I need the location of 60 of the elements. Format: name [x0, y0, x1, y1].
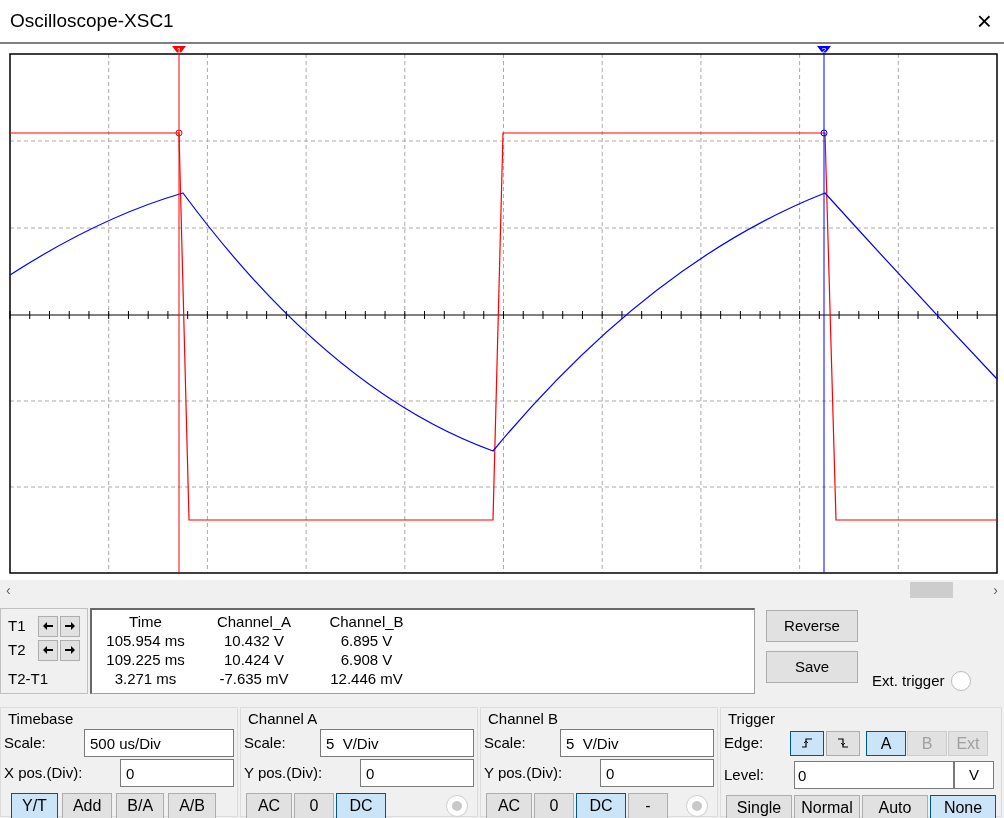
column-header: Time [128, 612, 163, 631]
mode-button[interactable]: None [930, 795, 996, 818]
coupling-button[interactable]: AC [246, 793, 292, 818]
input-field[interactable]: 0 [360, 759, 474, 787]
input-field[interactable]: 5 V/Div [320, 729, 474, 757]
group-title: Channel B [487, 710, 560, 728]
table-cell-text: 3.271 ms [113, 669, 178, 688]
table-cell-text: 12.446 mV [329, 669, 404, 688]
mode-button[interactable]: Auto [862, 795, 928, 818]
table-cell-text: 6.895 V [339, 631, 394, 650]
table-cell-text: 109.225 ms [105, 650, 186, 669]
field-label: Y pos.(Div): [244, 762, 323, 783]
input-field[interactable]: 0 [794, 761, 954, 789]
column-header: Channel_B [328, 612, 405, 631]
field-label: X pos.(Div): [4, 762, 83, 783]
unit-field[interactable]: V [954, 761, 994, 789]
table-cell-text: 10.424 V [222, 650, 286, 669]
table-cell-text: -7.635 mV [218, 669, 290, 688]
field-label: Scale: [484, 732, 526, 753]
group-title: Timebase [7, 710, 75, 728]
coupling-button[interactable]: DC [576, 793, 626, 818]
cursor-label: 2 [821, 46, 827, 55]
cursor-label: T1 [8, 615, 27, 636]
group-title: Trigger [727, 710, 776, 728]
table-cell-text: 6.908 V [339, 650, 394, 669]
table-cell-text: 105.954 ms [105, 631, 186, 650]
input-field[interactable]: 5 V/Div [560, 729, 714, 757]
close-button[interactable]: × [976, 8, 992, 34]
field-label: Scale: [244, 732, 286, 753]
field-label: Y pos.(Div): [484, 762, 563, 783]
input-field[interactable]: 0 [120, 759, 234, 787]
cursor-label: T2 [8, 639, 27, 660]
mode-button[interactable]: Y/T [11, 793, 58, 818]
mode-button[interactable]: Normal [794, 795, 860, 818]
mode-button[interactable]: A/B [168, 793, 216, 818]
cursor-label: T2-T1 [8, 669, 49, 689]
input-field[interactable]: 0 [600, 759, 714, 787]
input-field[interactable]: 500 us/Div [84, 729, 234, 757]
action-button[interactable]: Reverse [766, 610, 858, 642]
source-button[interactable]: A [866, 730, 906, 756]
coupling-button[interactable]: 0 [294, 793, 334, 818]
mode-button[interactable]: Add [61, 793, 113, 818]
cursor-label: 1 [176, 46, 182, 55]
field-label: Level: [724, 764, 766, 785]
field-label: Edge: [724, 732, 765, 753]
scroll-left-arrow[interactable]: ‹ [6, 579, 11, 601]
window-title: Oscilloscope-XSC1 [10, 8, 174, 33]
mode-button[interactable]: Single [726, 795, 792, 818]
column-header: Channel_A [215, 612, 293, 631]
coupling-button[interactable]: - [628, 793, 668, 818]
coupling-button[interactable]: AC [486, 793, 532, 818]
mode-button[interactable]: B/A [116, 793, 165, 818]
action-button[interactable]: Save [766, 651, 858, 683]
scroll-right-arrow[interactable]: › [993, 579, 998, 601]
coupling-button[interactable]: DC [336, 793, 386, 818]
coupling-button[interactable]: 0 [534, 793, 574, 818]
field-label: Scale: [4, 732, 46, 753]
table-cell-text: 10.432 V [222, 631, 286, 650]
group-title: Channel A [247, 710, 319, 728]
ext-trigger-label: Ext. trigger [872, 671, 945, 691]
